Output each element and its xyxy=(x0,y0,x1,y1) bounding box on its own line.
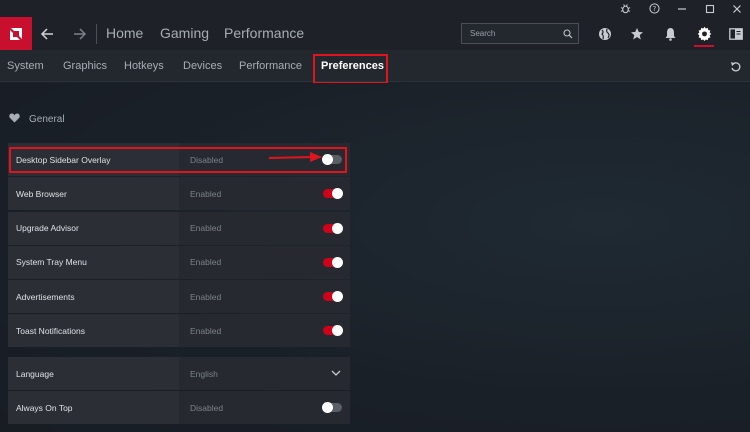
chevron-down-icon[interactable] xyxy=(330,368,342,378)
toggle-knob xyxy=(332,256,343,268)
toggle-switch[interactable] xyxy=(323,256,343,268)
language-dropdown[interactable]: English xyxy=(179,357,350,390)
setting-label: Toast Notifications xyxy=(8,314,179,348)
forward-arrow-icon[interactable] xyxy=(67,17,93,50)
reset-icon[interactable] xyxy=(728,59,744,75)
setting-label: Always On Top xyxy=(8,391,179,425)
setting-value: Enabled xyxy=(179,314,350,348)
toggle-knob xyxy=(332,222,343,234)
bug-icon[interactable] xyxy=(611,0,639,17)
setting-value-text: English xyxy=(190,368,218,379)
setting-value: Enabled xyxy=(179,177,350,211)
setting-label: Upgrade Advisor xyxy=(8,211,179,245)
nav-home[interactable]: Home xyxy=(106,17,143,50)
toggle-knob xyxy=(332,291,343,303)
tab-system[interactable]: System xyxy=(7,50,44,82)
settings-group-general-2: Language English Always On Top Disabled xyxy=(8,357,350,426)
active-page-indicator xyxy=(694,45,714,47)
setting-row-system-tray-menu: System Tray Menu Enabled xyxy=(8,245,350,279)
tab-highlight-annotation xyxy=(313,54,388,84)
toggle-knob xyxy=(322,402,333,414)
toggle-switch[interactable] xyxy=(323,188,343,200)
arrow-annotation-icon xyxy=(268,151,322,170)
setting-label: System Tray Menu xyxy=(8,245,179,279)
settings-group-general: Desktop Sidebar Overlay Disabled Web Bro… xyxy=(8,143,350,349)
toggle-switch[interactable] xyxy=(323,291,343,303)
tab-performance[interactable]: Performance xyxy=(239,50,302,82)
nav-gaming[interactable]: Gaming xyxy=(160,17,209,50)
sidebar-icon[interactable] xyxy=(721,17,750,50)
help-icon[interactable]: ? xyxy=(640,0,668,17)
top-nav-bar: Home Gaming Performance xyxy=(0,17,750,50)
tab-graphics[interactable]: Graphics xyxy=(63,50,107,82)
close-icon[interactable] xyxy=(723,0,750,17)
nav-divider xyxy=(96,24,97,44)
setting-value-text: Enabled xyxy=(190,325,222,336)
setting-value-text: Enabled xyxy=(190,223,222,234)
bell-icon[interactable] xyxy=(655,17,685,50)
minimize-icon[interactable] xyxy=(668,0,696,17)
setting-label: Language xyxy=(8,357,179,390)
star-icon[interactable] xyxy=(622,17,652,50)
tab-devices[interactable]: Devices xyxy=(183,50,222,82)
search-icon[interactable] xyxy=(558,28,578,39)
setting-row-upgrade-advisor: Upgrade Advisor Enabled xyxy=(8,211,350,245)
amd-logo-icon[interactable] xyxy=(0,17,32,50)
setting-value-text: Enabled xyxy=(190,291,222,302)
setting-value-text: Enabled xyxy=(190,257,222,268)
setting-row-toast-notifications: Toast Notifications Enabled xyxy=(8,314,350,348)
toggle-knob xyxy=(332,325,343,337)
setting-row-always-on-top: Always On Top Disabled xyxy=(8,391,350,425)
toggle-switch[interactable] xyxy=(323,222,343,234)
nav-performance[interactable]: Performance xyxy=(224,17,304,50)
setting-row-language[interactable]: Language English xyxy=(8,357,350,390)
setting-value: Enabled xyxy=(179,245,350,279)
setting-value-text: Disabled xyxy=(190,402,224,413)
globe-icon[interactable] xyxy=(590,17,620,50)
setting-label: Web Browser xyxy=(8,177,179,211)
setting-label: Advertisements xyxy=(8,280,179,314)
title-bar: ? xyxy=(0,0,750,17)
toggle-knob xyxy=(332,188,343,200)
setting-value: Enabled xyxy=(179,211,350,245)
search-input[interactable] xyxy=(462,29,558,38)
section-header: General xyxy=(9,112,65,126)
heart-icon xyxy=(9,113,20,126)
svg-text:?: ? xyxy=(652,5,656,13)
tab-hotkeys[interactable]: Hotkeys xyxy=(124,50,164,82)
setting-value-text: Enabled xyxy=(190,188,222,199)
search-box xyxy=(461,23,579,44)
setting-value: Disabled xyxy=(179,391,350,425)
setting-row-advertisements: Advertisements Enabled xyxy=(8,280,350,314)
maximize-icon[interactable] xyxy=(696,0,724,17)
section-title: General xyxy=(29,113,65,125)
toggle-switch[interactable] xyxy=(322,402,342,414)
setting-value: Enabled xyxy=(179,280,350,314)
toggle-switch[interactable] xyxy=(323,325,343,337)
setting-row-web-browser: Web Browser Enabled xyxy=(8,177,350,211)
back-arrow-icon[interactable] xyxy=(34,17,60,50)
